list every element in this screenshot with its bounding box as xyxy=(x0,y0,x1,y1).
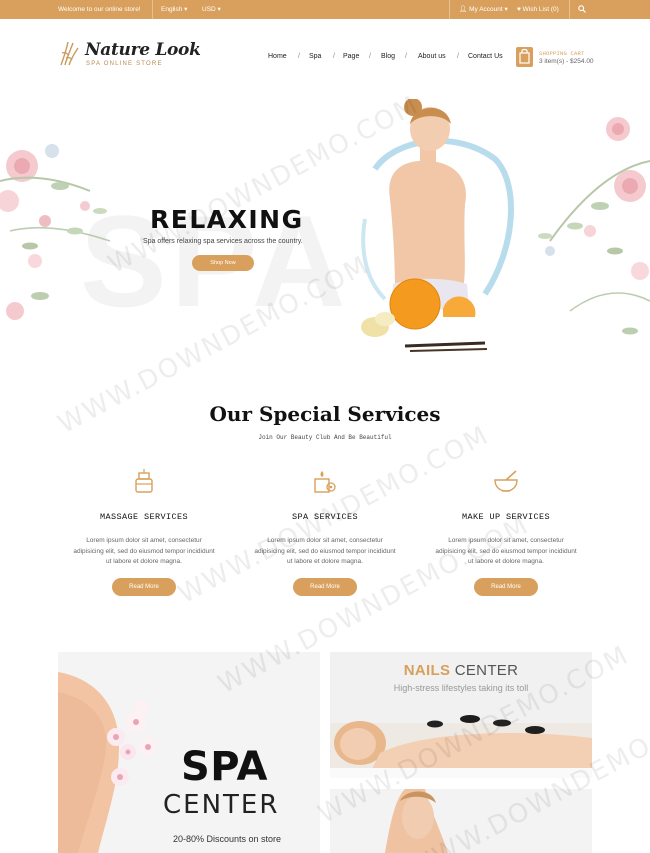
woman-face-image xyxy=(385,789,448,853)
search-button[interactable] xyxy=(578,0,586,19)
hero-subtitle: Spa offers relaxing spa services across … xyxy=(143,238,303,245)
nav-separator: / xyxy=(298,53,300,60)
heart-icon: ♥ xyxy=(517,6,521,13)
read-more-button[interactable]: Read More xyxy=(293,577,357,596)
service-card: MASSAGE SERVICES Lorem ipsum dolor sit a… xyxy=(51,462,237,596)
floral-decoration-left xyxy=(0,144,111,320)
nails-subtitle: High-stress lifestyles taking its toll xyxy=(393,683,529,693)
legs-flowers-image xyxy=(58,672,157,853)
service-description: Lorem ipsum dolor sit amet, consectetur … xyxy=(254,537,396,565)
nav-contact-us[interactable]: Contact Us xyxy=(468,53,503,60)
divider xyxy=(449,0,450,19)
services-subtitle: Join Our Beauty Club And Be Beautiful xyxy=(258,434,392,441)
service-description: Lorem ipsum dolor sit amet, consectetur … xyxy=(73,537,215,565)
chevron-down-icon: ▾ xyxy=(217,6,221,13)
nav-separator: / xyxy=(457,53,459,60)
hot-stone-massage-image xyxy=(330,715,592,778)
nails-title: NAILS CENTER xyxy=(403,662,519,679)
header: Nature Look SPA ONLINE STORE Home / Spa … xyxy=(0,19,650,91)
nav-page[interactable]: Page xyxy=(343,53,359,60)
discount-text: 20-80% Discounts on store xyxy=(173,834,282,844)
shop-now-button[interactable]: Shop Now xyxy=(192,255,254,271)
read-more-button[interactable]: Read More xyxy=(112,577,176,596)
center-heading: CENTER xyxy=(163,790,280,820)
search-icon xyxy=(578,5,586,14)
services-title: Our Special Services xyxy=(209,402,441,426)
spa-heading: SPA xyxy=(181,744,268,790)
currency-select[interactable]: USD ▾ xyxy=(202,0,221,19)
welcome-text: Welcome to our online store! xyxy=(58,6,141,13)
hero-slider: SPA RELAXING Spa offers relaxing spa ser… xyxy=(0,91,650,361)
wishlist-link[interactable]: ♥ Wish List (0) xyxy=(517,0,559,19)
nav-separator: / xyxy=(369,53,371,60)
service-name: MASSAGE SERVICES xyxy=(99,512,188,522)
divider xyxy=(569,0,570,19)
service-card: SPA SERVICES Lorem ipsum dolor sit amet,… xyxy=(232,462,418,596)
nav-about-us[interactable]: About us xyxy=(418,53,446,60)
chevron-down-icon: ▾ xyxy=(504,6,508,13)
spa-woman-image xyxy=(361,99,514,352)
nav-spa[interactable]: Spa xyxy=(309,53,321,60)
nav-blog[interactable]: Blog xyxy=(381,53,395,60)
divider xyxy=(152,0,153,19)
candle-jar-icon xyxy=(135,469,153,493)
user-icon: 👤︎ xyxy=(459,6,468,13)
cart-summary[interactable]: 3 item(s) - $254.00 xyxy=(539,58,594,65)
service-name: MAKE UP SERVICES xyxy=(461,512,550,522)
cart-title[interactable]: SHOPPING CART xyxy=(539,50,585,57)
nav-home[interactable]: Home xyxy=(268,53,287,60)
language-select[interactable]: English ▾ xyxy=(161,0,187,19)
read-more-button[interactable]: Read More xyxy=(474,577,538,596)
nav-separator: / xyxy=(333,53,335,60)
nav-separator: / xyxy=(405,53,407,60)
logo-tagline: SPA ONLINE STORE xyxy=(86,61,163,67)
shopping-bag-icon[interactable] xyxy=(516,47,533,67)
service-description: Lorem ipsum dolor sit amet, consectetur … xyxy=(435,537,577,565)
chevron-down-icon: ▾ xyxy=(184,6,188,13)
nails-center-banner[interactable]: NAILS CENTER High-stress lifestyles taki… xyxy=(330,652,592,778)
hero-title: RELAXING xyxy=(150,205,304,234)
top-bar: Welcome to our online store! English ▾ U… xyxy=(0,0,650,19)
floral-decoration-right xyxy=(538,117,650,335)
my-account-link[interactable]: 👤︎ My Account ▾ xyxy=(459,0,508,19)
leaf-hand-logo-icon[interactable] xyxy=(58,39,80,67)
service-card: MAKE UP SERVICES Lorem ipsum dolor sit a… xyxy=(413,462,599,596)
candle-flower-icon xyxy=(314,471,336,493)
service-name: SPA SERVICES xyxy=(291,512,358,522)
face-care-banner[interactable] xyxy=(330,789,592,853)
logo-name[interactable]: Nature Look xyxy=(85,40,201,60)
mortar-bowl-icon xyxy=(494,470,518,492)
